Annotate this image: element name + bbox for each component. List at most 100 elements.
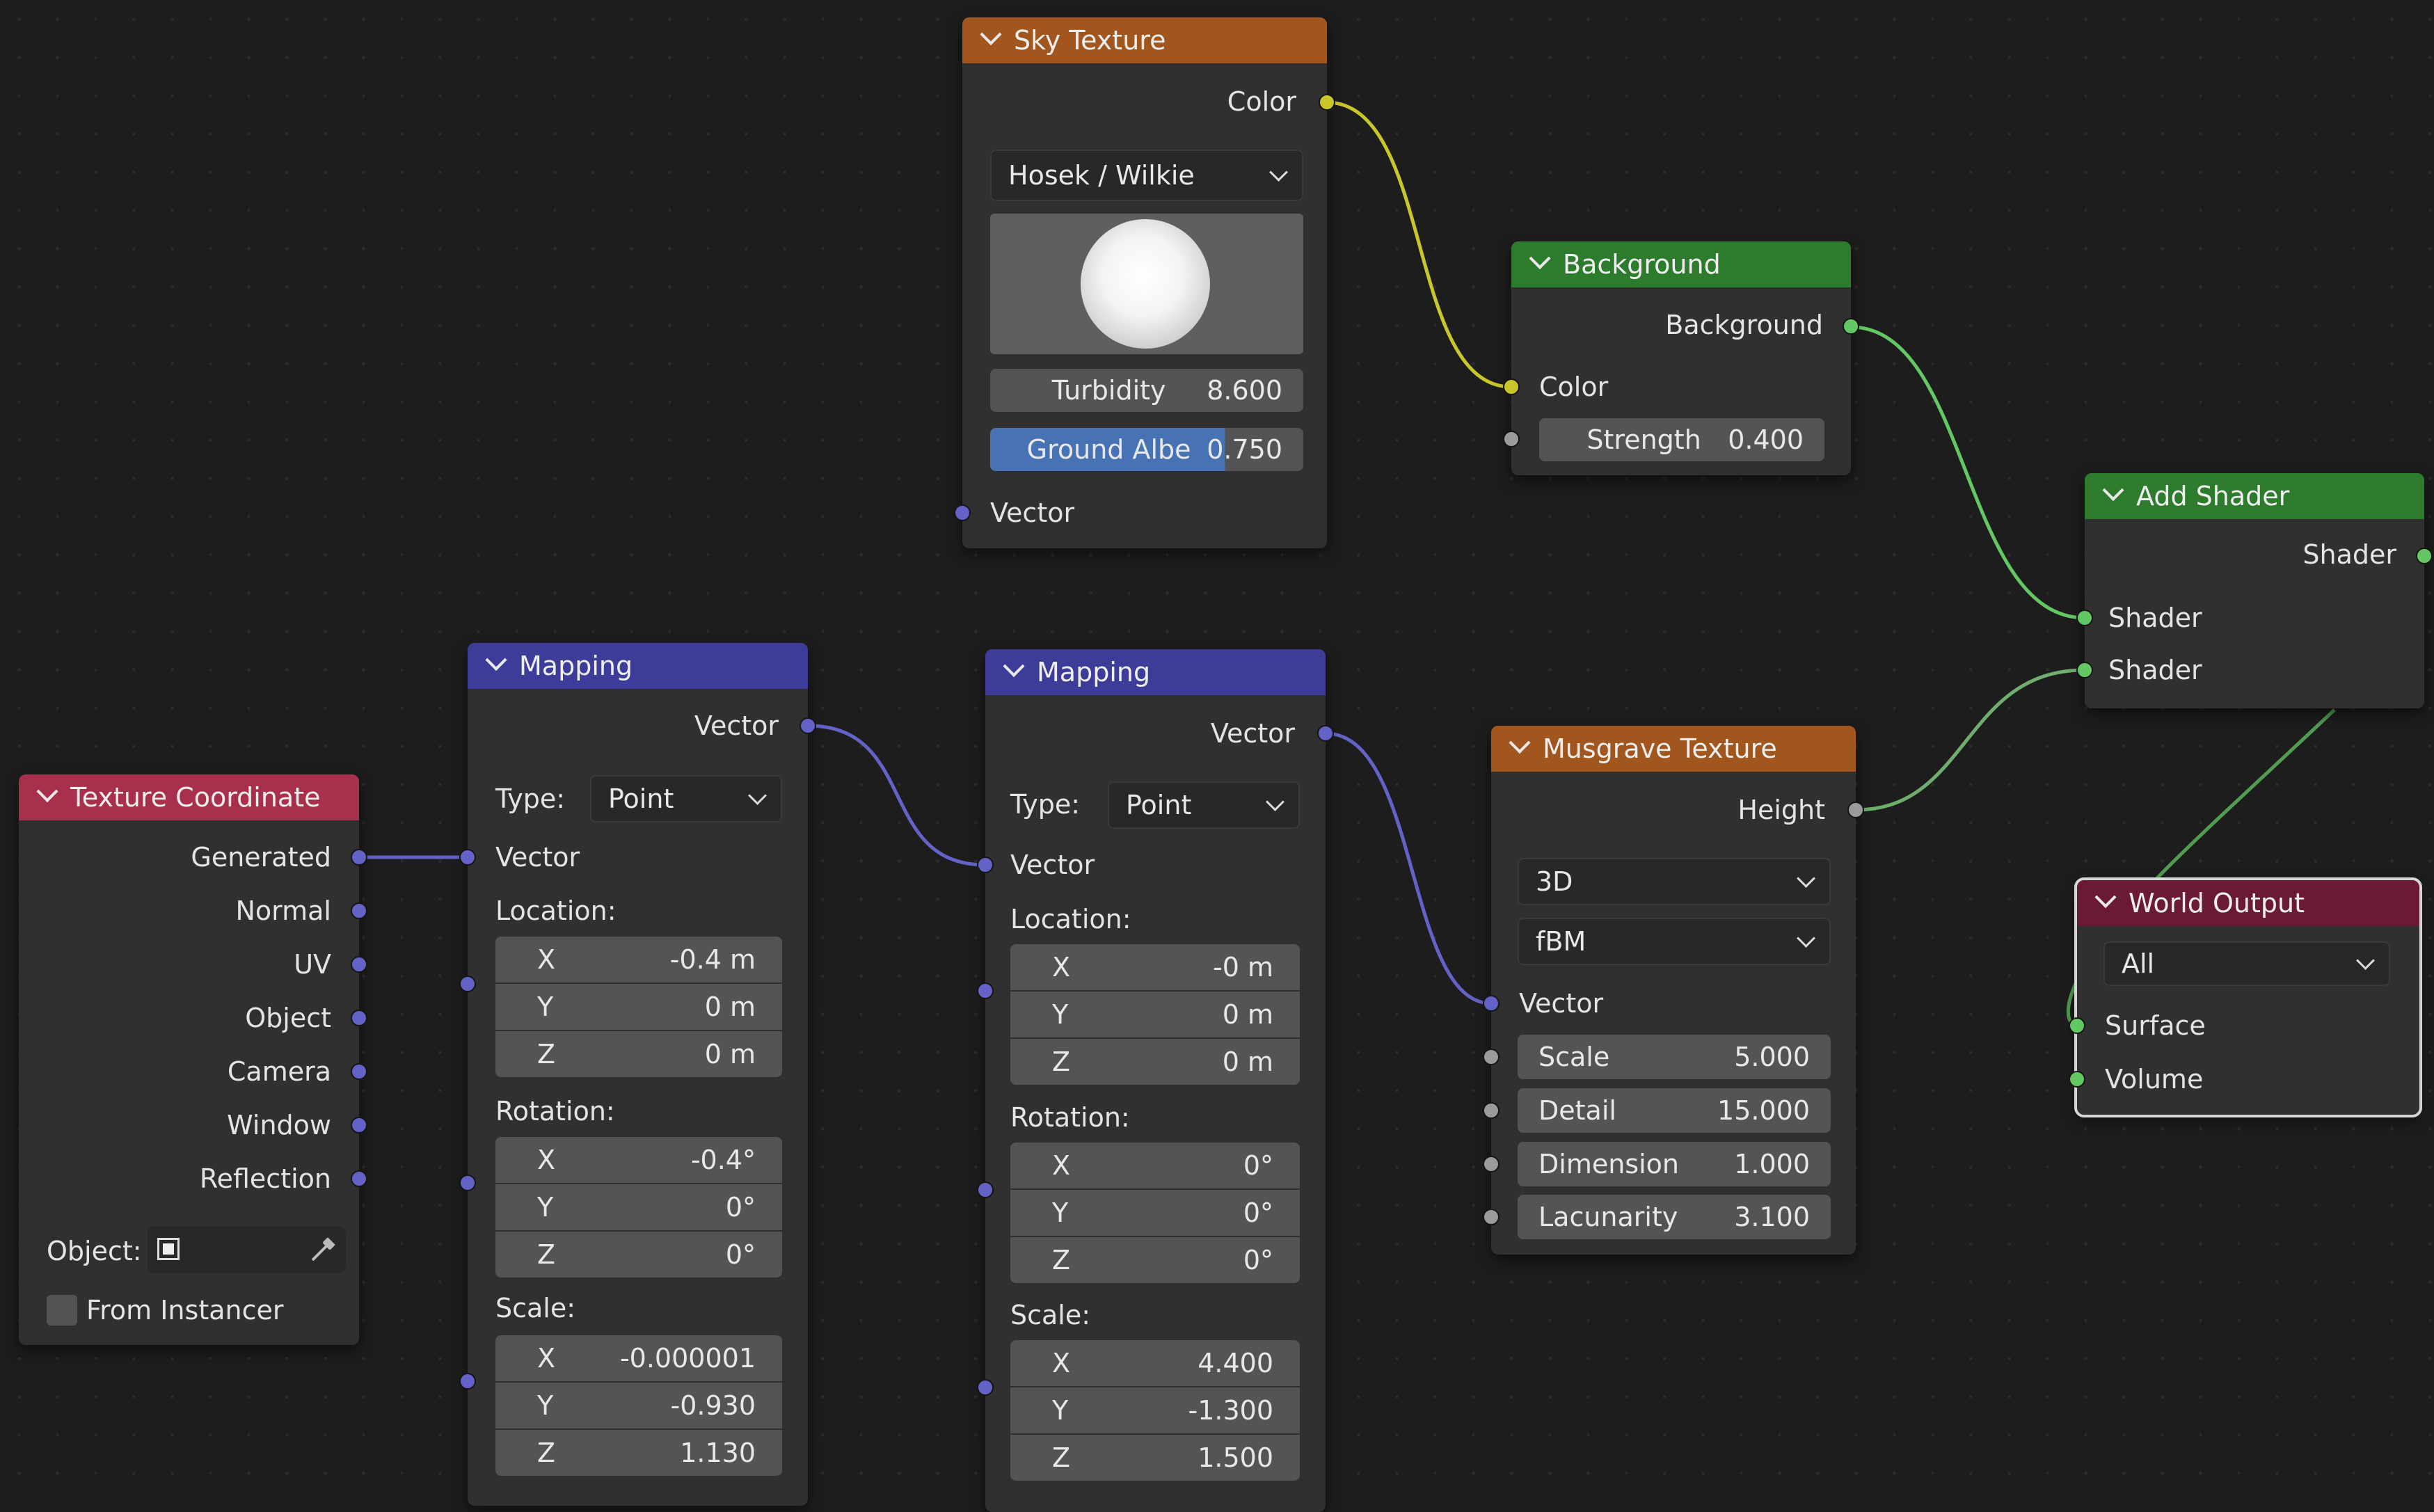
uv-output-socket[interactable]: [351, 956, 367, 973]
collapse-chevron-icon[interactable]: [1509, 731, 1531, 754]
collapse-chevron-icon[interactable]: [1003, 655, 1025, 678]
output-camera-label: Camera: [227, 1056, 331, 1087]
rotation-input-socket[interactable]: [977, 1181, 994, 1198]
render-target-dropdown[interactable]: All: [2103, 941, 2390, 986]
rotation-x-field[interactable]: X -0.4°: [495, 1137, 782, 1183]
reflection-output-socket[interactable]: [351, 1170, 367, 1187]
scale-label: Scale:: [495, 1293, 576, 1323]
generated-output-socket[interactable]: [351, 849, 367, 866]
volume-input-socket[interactable]: [2069, 1071, 2085, 1088]
eyedropper-icon[interactable]: [308, 1236, 336, 1264]
scale-z-field[interactable]: Z 1.500: [1010, 1435, 1300, 1481]
scale-y-field[interactable]: Y -1.300: [1010, 1387, 1300, 1433]
location-x-field[interactable]: X -0.4 m: [495, 937, 782, 982]
rotation-y-field[interactable]: Y 0°: [495, 1184, 782, 1230]
strength-input-socket[interactable]: [1503, 431, 1520, 447]
location-z-field[interactable]: Z0 m: [495, 1031, 782, 1077]
scale-input-socket[interactable]: [977, 1379, 994, 1396]
collapse-chevron-icon[interactable]: [2102, 479, 2124, 502]
collapse-chevron-icon[interactable]: [2094, 886, 2117, 909]
scale-input-socket[interactable]: [1483, 1049, 1500, 1065]
mapping-node-1[interactable]: Mapping Vector Type: Point Vector Locati…: [459, 643, 816, 1506]
texture-coordinate-node[interactable]: Texture Coordinate Generated Normal UV O…: [19, 774, 367, 1345]
output-uv-label: UV: [294, 949, 331, 980]
camera-output-socket[interactable]: [351, 1063, 367, 1080]
from-instancer-checkbox[interactable]: [47, 1295, 77, 1326]
add-shader-header[interactable]: Add Shader: [2085, 473, 2424, 519]
color-output-socket[interactable]: [1319, 94, 1335, 111]
world-output-node[interactable]: World Output All Surface Volume: [2069, 877, 2422, 1117]
location-y-field[interactable]: Y0 m: [495, 984, 782, 1030]
collapse-chevron-icon[interactable]: [36, 780, 58, 803]
lacunarity-field[interactable]: Lacunarity 3.100: [1518, 1195, 1831, 1239]
texture-coordinate-header[interactable]: Texture Coordinate: [19, 774, 359, 820]
rotation-z-field[interactable]: Z 0°: [495, 1232, 782, 1278]
scale-y-field[interactable]: Y -0.930: [495, 1383, 782, 1429]
scale-x-field[interactable]: X -0.000001: [495, 1335, 782, 1381]
surface-input-socket[interactable]: [2069, 1017, 2085, 1034]
object-output-socket[interactable]: [351, 1010, 367, 1026]
mapping-header[interactable]: Mapping: [985, 649, 1326, 695]
location-z-field[interactable]: Z0 m: [1010, 1039, 1300, 1085]
mapping-node-2[interactable]: Mapping Vector Type: Point Vector Locati…: [977, 649, 1334, 1512]
vector-output-socket[interactable]: [1317, 725, 1334, 742]
scale-field[interactable]: Scale 5.000: [1518, 1035, 1831, 1079]
strength-field[interactable]: Strength 0.400: [1539, 418, 1824, 461]
node-title: Background: [1563, 249, 1721, 280]
scale-input-socket[interactable]: [459, 1373, 476, 1390]
vector-input-socket[interactable]: [954, 504, 971, 521]
vector-input-socket[interactable]: [1483, 995, 1500, 1012]
chevron-down-icon: [1797, 928, 1815, 948]
background-header[interactable]: Background: [1511, 241, 1851, 287]
chevron-down-icon: [1797, 868, 1815, 888]
detail-input-socket[interactable]: [1483, 1102, 1500, 1119]
object-picker-field[interactable]: [148, 1227, 346, 1273]
height-output-socket[interactable]: [1847, 802, 1864, 818]
sky-texture-node[interactable]: Sky Texture Color Hosek / Wilkie Turbidi…: [954, 17, 1335, 548]
rotation-z-field[interactable]: Z 0°: [1010, 1237, 1300, 1283]
color-input-socket[interactable]: [1503, 379, 1520, 395]
vector-output-socket[interactable]: [800, 717, 816, 734]
rotation-x-field[interactable]: X 0°: [1010, 1143, 1300, 1188]
world-output-header[interactable]: World Output: [2077, 880, 2419, 926]
window-output-socket[interactable]: [351, 1117, 367, 1133]
collapse-chevron-icon[interactable]: [1529, 247, 1551, 270]
rotation-label: Rotation:: [1010, 1102, 1130, 1133]
shader-input-socket-2[interactable]: [2076, 662, 2093, 678]
scale-x-field[interactable]: X 4.400: [1010, 1340, 1300, 1386]
location-input-socket[interactable]: [977, 982, 994, 999]
musgrave-texture-node[interactable]: Musgrave Texture Height 3D fBM Vector Sc…: [1483, 726, 1864, 1255]
shader-input-socket-1[interactable]: [2076, 610, 2093, 626]
node-title: Texture Coordinate: [70, 782, 321, 813]
lacunarity-input-socket[interactable]: [1483, 1209, 1500, 1225]
dimension-input-socket[interactable]: [1483, 1156, 1500, 1172]
mapping-header[interactable]: Mapping: [468, 643, 808, 689]
mapping-type-dropdown[interactable]: Point: [590, 775, 782, 822]
background-node[interactable]: Background Background Color Strength 0.4…: [1503, 241, 1859, 475]
sky-preview: [990, 214, 1303, 354]
mapping-type-dropdown[interactable]: Point: [1108, 781, 1300, 829]
dimension-field[interactable]: Dimension 1.000: [1518, 1142, 1831, 1186]
collapse-chevron-icon[interactable]: [980, 23, 1002, 46]
sky-type-dropdown[interactable]: Hosek / Wilkie: [990, 150, 1303, 201]
vector-input-socket[interactable]: [459, 849, 476, 866]
scale-z-field[interactable]: Z 1.130: [495, 1430, 782, 1476]
background-output-socket[interactable]: [1843, 318, 1859, 335]
detail-field[interactable]: Detail 15.000: [1518, 1088, 1831, 1133]
collapse-chevron-icon[interactable]: [485, 648, 507, 671]
location-y-field[interactable]: Y0 m: [1010, 992, 1300, 1037]
location-x-field[interactable]: X -0 m: [1010, 944, 1300, 990]
shader-output-socket[interactable]: [2416, 548, 2433, 564]
location-input-socket[interactable]: [459, 976, 476, 992]
normal-output-socket[interactable]: [351, 902, 367, 919]
add-shader-node[interactable]: Add Shader Shader Shader Shader: [2076, 473, 2433, 708]
ground-albedo-slider[interactable]: Ground Albe 0.750: [990, 428, 1303, 471]
vector-input-socket[interactable]: [977, 857, 994, 873]
turbidity-field[interactable]: Turbidity 8.600: [990, 369, 1303, 412]
rotation-input-socket[interactable]: [459, 1175, 476, 1191]
musgrave-texture-header[interactable]: Musgrave Texture: [1491, 726, 1856, 772]
musgrave-type-dropdown[interactable]: fBM: [1518, 918, 1831, 965]
dimensions-dropdown[interactable]: 3D: [1518, 858, 1831, 905]
rotation-y-field[interactable]: Y 0°: [1010, 1190, 1300, 1236]
sky-texture-header[interactable]: Sky Texture: [962, 17, 1327, 63]
